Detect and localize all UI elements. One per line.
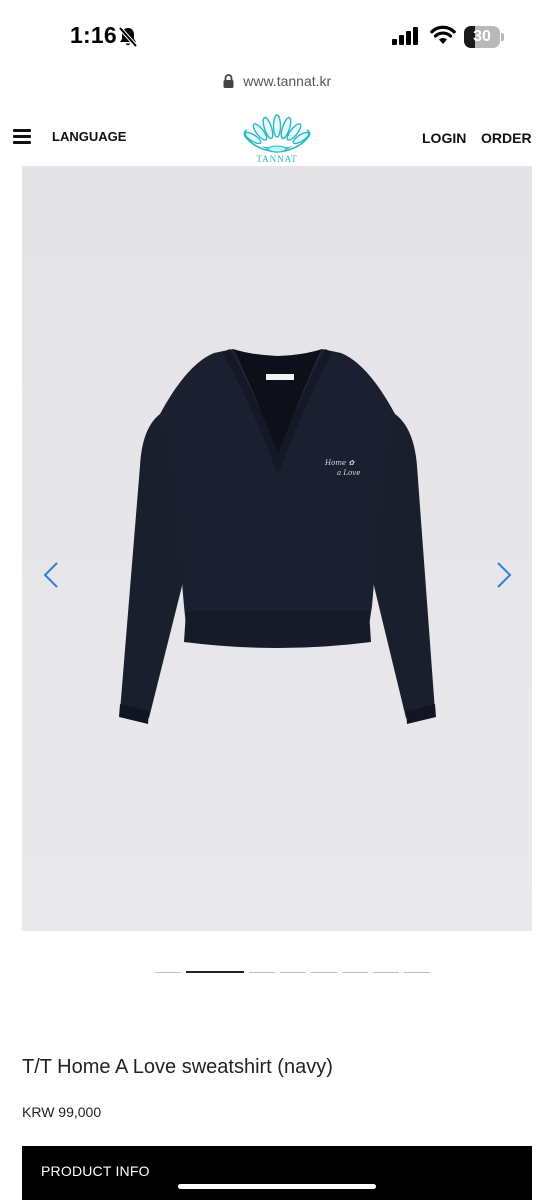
svg-text:Home ✿: Home ✿ bbox=[324, 459, 355, 467]
chevron-right-icon[interactable] bbox=[494, 560, 514, 590]
product-title: T/T Home A Love sweatshirt (navy) bbox=[22, 1056, 333, 1078]
home-indicator bbox=[178, 1184, 376, 1189]
url-text[interactable]: www.tannat.kr bbox=[243, 73, 331, 89]
site-header: LANGUAGE TANNAT LOGIN ORDER bbox=[0, 110, 554, 166]
product-info-button[interactable]: PRODUCT INFO bbox=[22, 1146, 532, 1200]
svg-text:a Love: a Love bbox=[337, 469, 360, 477]
battery-cap bbox=[501, 33, 504, 41]
pagination-dash[interactable] bbox=[373, 972, 399, 973]
shell-logo-icon bbox=[243, 114, 311, 153]
battery-level: 30 bbox=[473, 28, 491, 45]
logo-text: TANNAT bbox=[256, 154, 298, 164]
url-bar[interactable]: www.tannat.kr bbox=[0, 72, 554, 96]
order-link[interactable]: ORDER bbox=[481, 130, 532, 146]
status-time: 1:16 bbox=[70, 22, 117, 48]
battery-body: 30 bbox=[464, 26, 500, 48]
pagination-dash[interactable] bbox=[155, 972, 181, 973]
pagination-dash[interactable] bbox=[186, 971, 244, 973]
pagination-dash[interactable] bbox=[311, 972, 337, 973]
lock-icon bbox=[223, 73, 234, 88]
sweatshirt-photo: Home ✿ a Love bbox=[22, 166, 532, 931]
tannat-logo[interactable]: TANNAT bbox=[239, 112, 315, 166]
hamburger-menu-icon[interactable] bbox=[13, 129, 31, 145]
login-link[interactable]: LOGIN bbox=[422, 130, 466, 146]
language-link[interactable]: LANGUAGE bbox=[52, 129, 126, 144]
pagination-dash[interactable] bbox=[249, 972, 275, 973]
chevron-left-icon[interactable] bbox=[41, 560, 61, 590]
pagination-dash[interactable] bbox=[342, 972, 368, 973]
product-image[interactable]: Home ✿ a Love bbox=[22, 166, 532, 931]
signal-icon bbox=[392, 27, 418, 45]
wifi-icon bbox=[430, 25, 456, 44]
pagination-dash[interactable] bbox=[280, 972, 306, 973]
battery-icon: 30 bbox=[464, 26, 504, 48]
bell-slash-icon bbox=[118, 26, 138, 48]
product-price: KRW 99,000 bbox=[22, 1104, 102, 1120]
pagination-dash[interactable] bbox=[404, 972, 430, 973]
status-bar: 1:16 30 bbox=[0, 0, 554, 70]
product-info-label: PRODUCT INFO bbox=[41, 1163, 150, 1179]
